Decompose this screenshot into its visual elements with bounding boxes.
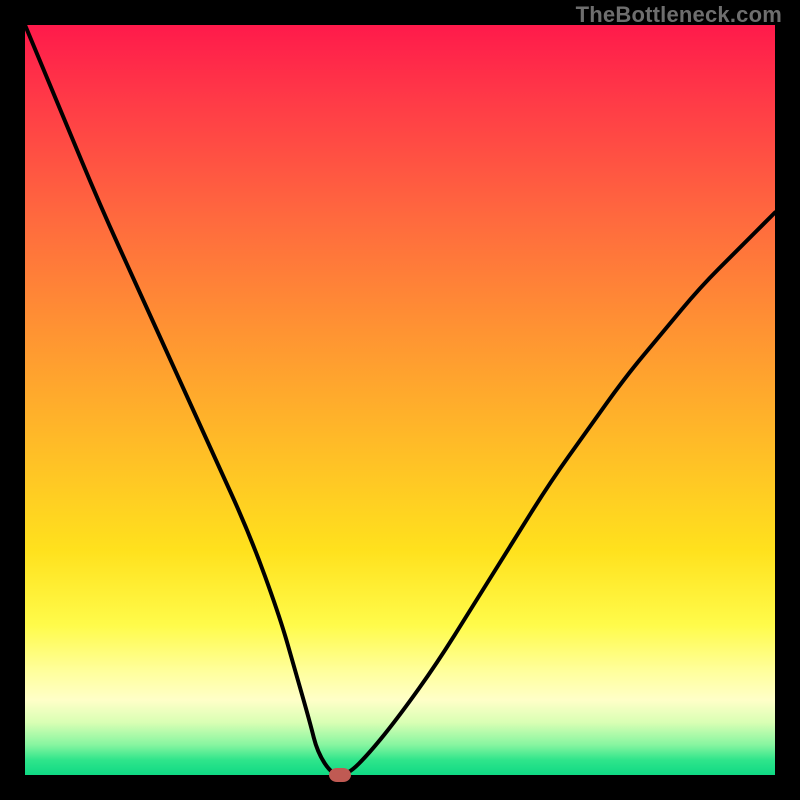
optimum-marker bbox=[329, 768, 351, 782]
plot-area bbox=[25, 25, 775, 775]
bottleneck-curve bbox=[25, 25, 775, 775]
chart-frame: TheBottleneck.com bbox=[0, 0, 800, 800]
